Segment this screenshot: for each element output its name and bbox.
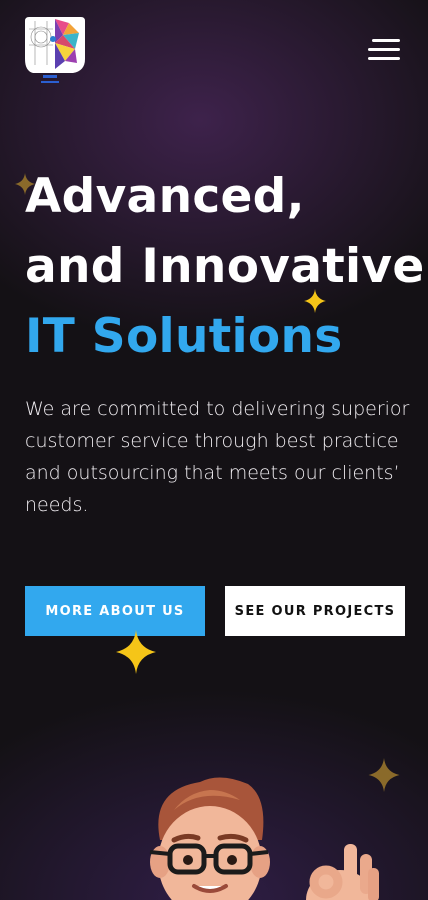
sparkle-icon bbox=[116, 630, 156, 674]
hero-title-highlight: IT Solutions bbox=[25, 309, 343, 364]
sparkle-icon bbox=[304, 289, 326, 313]
cartoon-man-illustration bbox=[149, 777, 379, 900]
hero-title: Advanced, and Innovative IT Solutions bbox=[25, 162, 425, 372]
logo[interactable] bbox=[25, 15, 85, 85]
hero-title-line-2: and Innovative bbox=[25, 239, 425, 294]
more-about-us-button[interactable]: MORE ABOUT US bbox=[25, 586, 205, 636]
hero-title-line-1: Advanced, bbox=[25, 169, 305, 224]
sparkle-icon bbox=[15, 173, 35, 195]
site-header bbox=[0, 0, 428, 90]
see-our-projects-button[interactable]: SEE OUR PROJECTS bbox=[225, 586, 405, 636]
robot-human-face-logo-icon bbox=[25, 17, 85, 83]
hamburger-menu-icon[interactable] bbox=[366, 38, 402, 64]
hero-description: We are committed to delivering superior … bbox=[25, 398, 410, 516]
